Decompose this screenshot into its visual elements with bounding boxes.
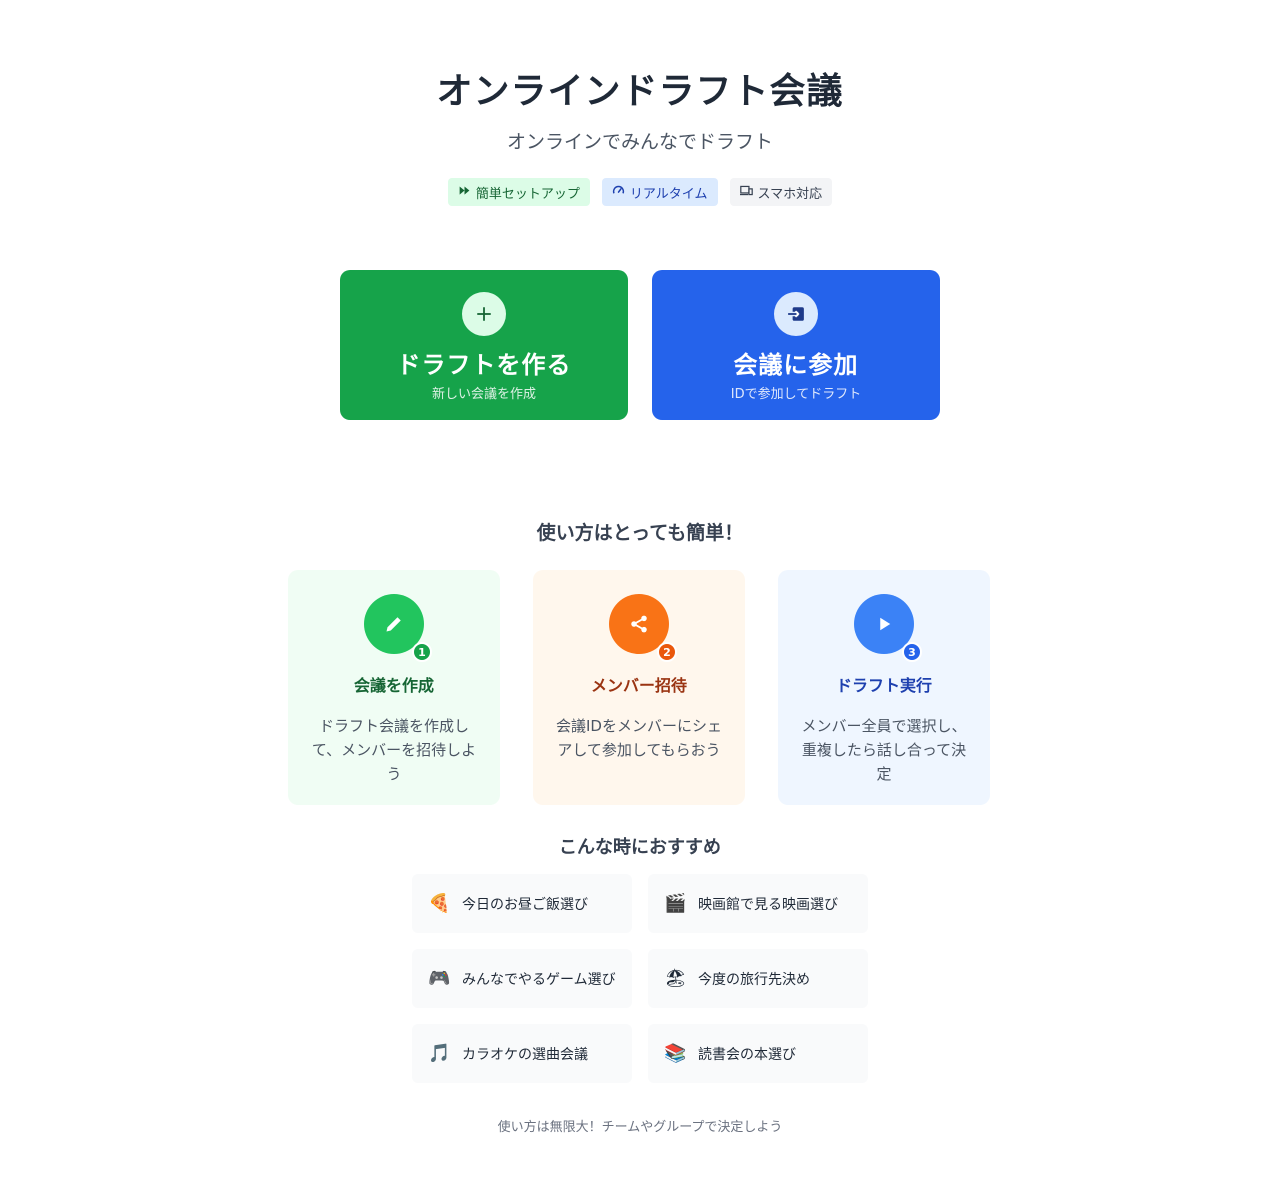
list-item: 🎬 映画館で見る映画選び bbox=[648, 874, 868, 933]
list-item: 🍕 今日のお昼ご飯選び bbox=[412, 874, 632, 933]
page-subtitle: オンラインでみんなでドラフト bbox=[506, 131, 773, 153]
create-draft-button[interactable]: ドラフトを作る 新しい会議を作成 bbox=[340, 270, 628, 420]
step-number-badge: 3 bbox=[902, 642, 922, 662]
create-draft-subtitle: 新しい会議を作成 bbox=[431, 387, 536, 402]
list-item: 🏖 今度の旅行先決め bbox=[648, 949, 868, 1008]
music-note-icon: 🎵 bbox=[428, 1043, 451, 1064]
step-title: メンバー招待 bbox=[590, 676, 687, 695]
books-icon: 📚 bbox=[664, 1043, 687, 1064]
list-item-label: カラオケの選曲会議 bbox=[462, 1046, 588, 1063]
list-item: 🎵 カラオケの選曲会議 bbox=[412, 1024, 632, 1083]
clapperboard-icon: 🎬 bbox=[664, 893, 687, 914]
step-card-invite: 2 メンバー招待 会議IDをメンバーにシェアして参加してもらおう bbox=[533, 570, 745, 805]
badge-label: 簡単セットアップ bbox=[475, 186, 580, 202]
beach-umbrella-icon: 🏖 bbox=[664, 968, 687, 989]
list-item: 🎮 みんなでやるゲーム選び bbox=[412, 949, 632, 1008]
create-draft-title: ドラフトを作る bbox=[396, 351, 572, 379]
step-card-create: 1 会議を作成 ドラフト会議を作成して、メンバーを招待しよう bbox=[288, 570, 500, 805]
fast-forward-icon bbox=[458, 184, 471, 201]
devices-icon bbox=[739, 184, 753, 201]
page-title: オンラインドラフト会議 bbox=[436, 71, 844, 112]
step-title: ドラフト実行 bbox=[835, 676, 932, 695]
game-controller-icon: 🎮 bbox=[428, 968, 451, 989]
recommend-list: 🍕 今日のお昼ご飯選び 🎬 映画館で見る映画選び 🎮 みんなでやるゲーム選び 🏖… bbox=[412, 874, 868, 1083]
join-meeting-title: 会議に参加 bbox=[733, 351, 859, 379]
step-number-badge: 2 bbox=[657, 642, 677, 662]
badge-label: リアルタイム bbox=[629, 186, 708, 202]
howto-steps: 1 会議を作成 ドラフト会議を作成して、メンバーを招待しよう 2 メンバー招待 … bbox=[288, 570, 990, 805]
step-description: 会議IDをメンバーにシェアして参加してもらおう bbox=[556, 717, 722, 759]
badge-mobile: スマホ対応 bbox=[729, 178, 833, 206]
pizza-icon: 🍕 bbox=[428, 893, 451, 914]
howto-heading: 使い方はとっても簡単！ bbox=[536, 522, 744, 544]
login-icon bbox=[774, 292, 818, 336]
badge-label: スマホ対応 bbox=[757, 186, 823, 202]
list-item-label: 映画館で見る映画選び bbox=[698, 896, 838, 913]
step-card-draft: 3 ドラフト実行 メンバー全員で選択し、重複したら話し合って決定 bbox=[778, 570, 990, 805]
plus-icon bbox=[462, 292, 506, 336]
main-actions: ドラフトを作る 新しい会議を作成 会議に参加 IDで参加してドラフト bbox=[340, 270, 940, 420]
step-title: 会議を作成 bbox=[353, 676, 434, 695]
join-meeting-button[interactable]: 会議に参加 IDで参加してドラフト bbox=[652, 270, 940, 420]
badge-realtime: リアルタイム bbox=[601, 178, 718, 206]
footer-note: 使い方は無限大！チームやグループで決定しよう bbox=[497, 1120, 783, 1135]
badge-easy-setup: 簡単セットアップ bbox=[447, 178, 590, 206]
join-meeting-subtitle: IDで参加してドラフト bbox=[730, 387, 862, 402]
step-number-badge: 1 bbox=[412, 642, 432, 662]
recommend-heading: こんな時におすすめ bbox=[559, 837, 721, 858]
list-item-label: 今日のお昼ご飯選び bbox=[462, 896, 588, 913]
feature-badges: 簡単セットアップ リアルタイム スマホ対応 bbox=[0, 178, 1280, 206]
step-description: メンバー全員で選択し、重複したら話し合って決定 bbox=[801, 717, 967, 783]
list-item: 📚 読書会の本選び bbox=[648, 1024, 868, 1083]
list-item-label: 今度の旅行先決め bbox=[698, 971, 810, 988]
list-item-label: 読書会の本選び bbox=[698, 1046, 796, 1063]
speedometer-icon bbox=[612, 184, 625, 201]
step-description: ドラフト会議を作成して、メンバーを招待しよう bbox=[311, 717, 477, 783]
list-item-label: みんなでやるゲーム選び bbox=[462, 971, 616, 988]
